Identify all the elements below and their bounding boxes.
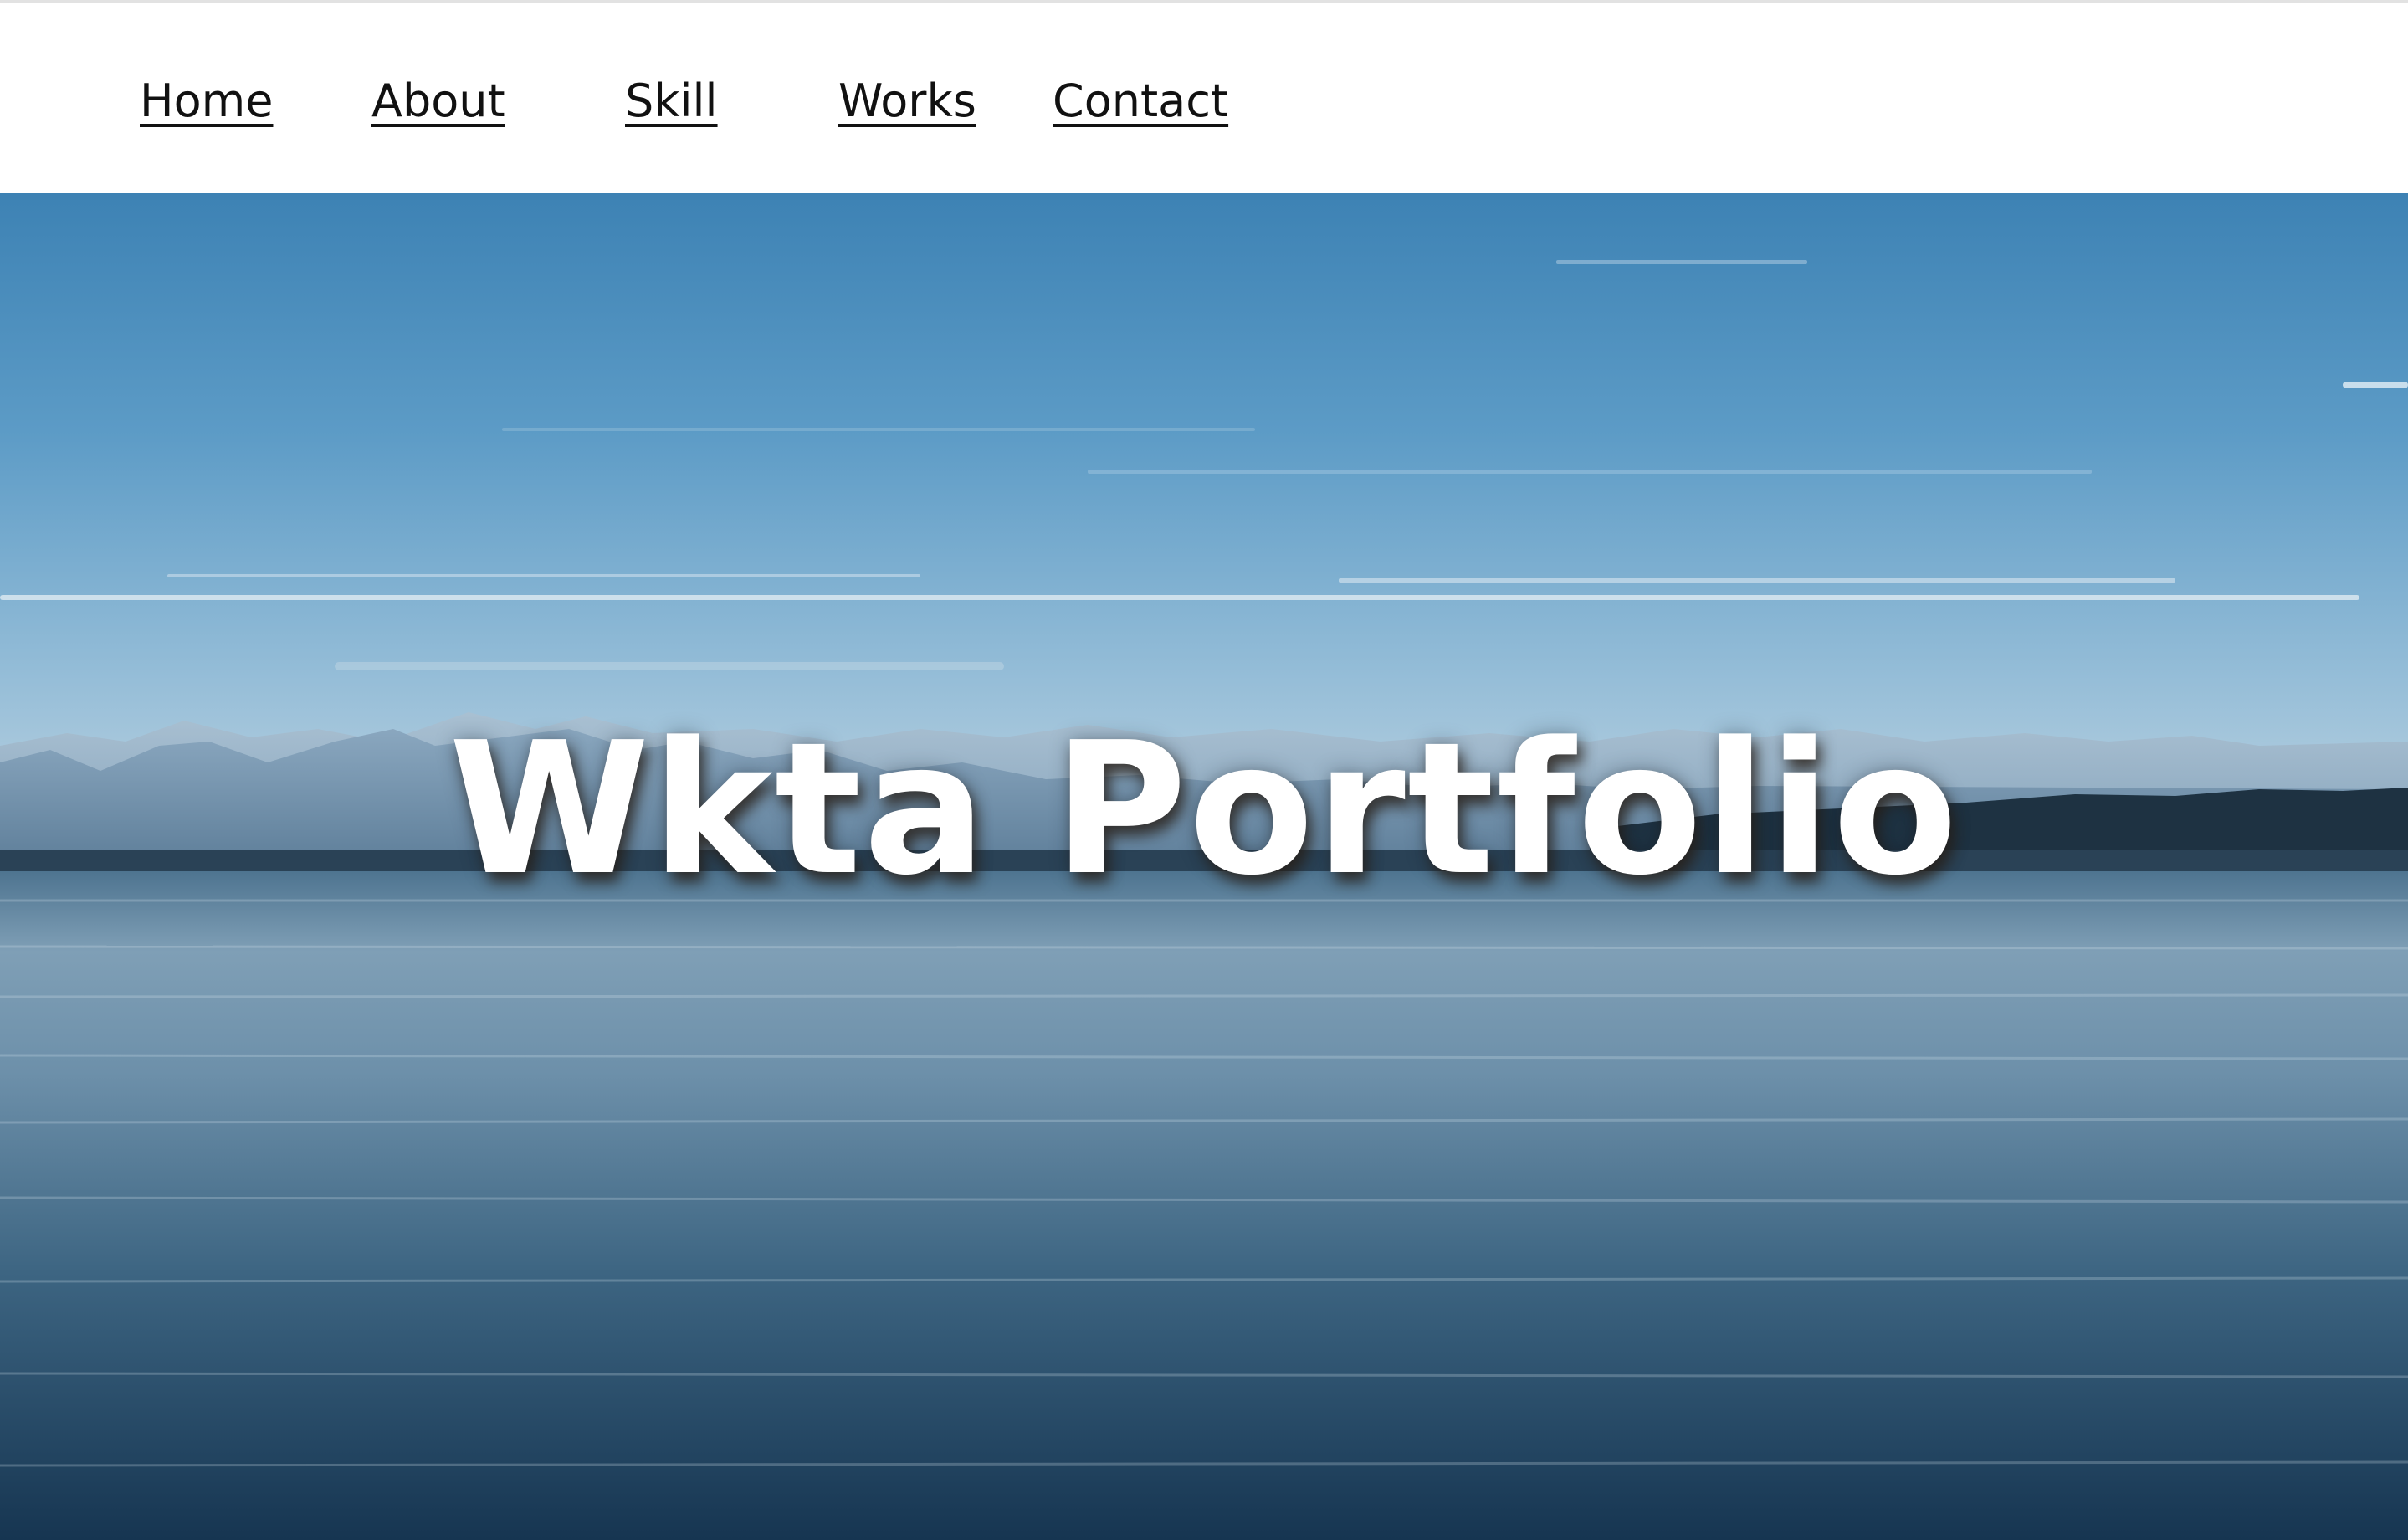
nav-link-skill[interactable]: Skill [625, 71, 718, 131]
hero-section: Wkta Portfolio [0, 193, 2408, 1540]
nav-link-about[interactable]: About [371, 71, 505, 131]
hero-title: Wkta Portfolio [448, 704, 1960, 916]
lake-water [0, 871, 2408, 1540]
nav-link-contact[interactable]: Contact [1053, 71, 1228, 131]
page: Home About Skill Works Contact Wkta Port… [0, 0, 2408, 1540]
nav-link-home[interactable]: Home [140, 71, 273, 131]
top-navigation-bar: Home About Skill Works Contact [0, 0, 2408, 193]
nav-link-works[interactable]: Works [838, 71, 976, 131]
